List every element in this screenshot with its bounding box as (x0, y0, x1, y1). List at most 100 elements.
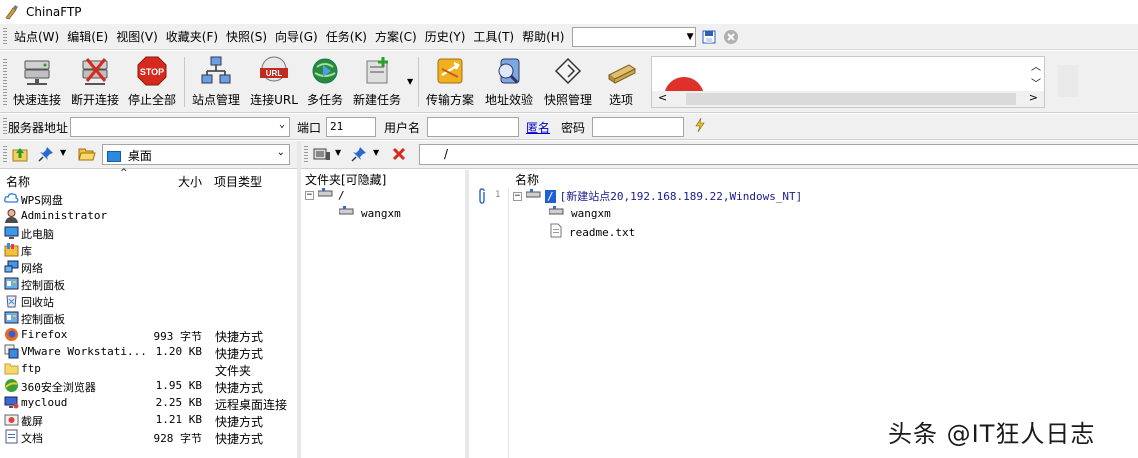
save-icon[interactable] (700, 28, 718, 46)
remote-view-icon[interactable] (313, 146, 331, 165)
menu-edit[interactable]: 编辑(E) (63, 25, 112, 49)
list-item[interactable]: 回收站 (0, 292, 297, 309)
list-item[interactable]: Firefox 993 字节 快捷方式 (0, 326, 297, 344)
list-item[interactable]: 控制面板 (0, 275, 297, 292)
remote-view-dropdown-icon[interactable]: ▼ (335, 148, 341, 157)
column-type-header[interactable]: 项目类型 (214, 173, 262, 190)
menu-snapshot[interactable]: 快照(S) (222, 25, 271, 49)
address-check-button[interactable]: 地址效验 (481, 55, 537, 109)
remote-desktop-icon (4, 395, 19, 410)
list-item[interactable]: 文档 928 字节 快捷方式 (0, 428, 297, 446)
list-item[interactable]: 库 (0, 241, 297, 258)
connbar-grip[interactable] (3, 118, 7, 136)
toolbar-grip[interactable] (3, 59, 7, 105)
list-item[interactable]: 控制面板 (0, 309, 297, 326)
stop-all-button[interactable]: STOP 停止全部 (125, 55, 179, 109)
remote-folder-tree[interactable]: 文件夹[可隐藏] − / wangxm (301, 170, 465, 458)
chevron-down-icon[interactable]: ⌄ (279, 119, 285, 130)
scroll-up-icon[interactable]: ︿ (1031, 58, 1041, 73)
menu-favorites[interactable]: 收藏夹(F) (162, 25, 222, 49)
menu-view[interactable]: 视图(V) (112, 25, 162, 49)
item-name: WPS网盘 (21, 194, 63, 207)
scroll-thumb[interactable] (686, 93, 1016, 105)
local-file-list[interactable]: 名称 ^ 大小 项目类型 WPS网盘 Administrator 此电脑 库 网… (0, 168, 297, 458)
local-nav-grip[interactable] (3, 146, 7, 164)
menu-combo[interactable]: ▼ (572, 26, 697, 47)
vertical-scrollbar[interactable]: ︿ ﹀ (1028, 57, 1044, 91)
pin-icon[interactable] (38, 146, 54, 165)
chevron-down-icon[interactable]: ▼ (687, 32, 694, 42)
list-item[interactable]: ftp 文件夹 (0, 360, 297, 378)
column-size-header[interactable]: 大小 (178, 173, 202, 190)
list-item[interactable]: 网络 (0, 258, 297, 275)
menu-history[interactable]: 历史(Y) (421, 25, 470, 49)
horizontal-scrollbar[interactable]: < > (652, 91, 1044, 107)
quick-connect-button[interactable]: 快速连接 (10, 55, 64, 109)
site-root-selected[interactable]: / (545, 189, 556, 203)
text-file-icon (549, 223, 563, 241)
options-button[interactable]: 选项 (600, 55, 642, 109)
menu-site[interactable]: 站点(W) (10, 25, 63, 49)
remote-child-folder[interactable]: wangxm (548, 206, 611, 221)
list-item[interactable]: 此电脑 (0, 224, 297, 241)
connect-url-button[interactable]: URL 连接URL (247, 55, 301, 109)
item-size: 1.95 KB (155, 379, 202, 392)
remote-nav-grip[interactable] (304, 146, 308, 164)
scroll-right-icon[interactable]: > (1029, 91, 1038, 104)
menu-tools[interactable]: 工具(T) (469, 25, 518, 49)
tree-child-node[interactable]: wangxm (338, 206, 401, 221)
status-log-panel[interactable]: ︿ ﹀ < > (651, 56, 1045, 108)
multi-task-button[interactable]: 多任务 (303, 55, 347, 109)
sort-up-icon: ^ (120, 168, 128, 178)
site-node[interactable]: − / [新建站点20,192.168.189.22,Windows_NT] (513, 188, 802, 204)
list-item[interactable]: Administrator (0, 207, 297, 224)
list-item[interactable]: 截屏 1.21 KB 快捷方式 (0, 411, 297, 429)
quick-connect-bolt-icon[interactable] (693, 117, 707, 136)
new-task-button[interactable]: 新建任务 (350, 55, 404, 109)
delete-icon[interactable] (391, 145, 407, 166)
list-item[interactable]: mycloud 2.25 KB 远程桌面连接 (0, 394, 297, 412)
anonymous-link[interactable]: 匿名 (526, 119, 550, 136)
list-item[interactable]: WPS网盘 (0, 190, 297, 207)
pin-dropdown-icon[interactable]: ▼ (60, 148, 66, 157)
menu-help[interactable]: 帮助(H) (518, 25, 568, 49)
server-address-input[interactable]: ⌄ (70, 117, 290, 137)
scroll-left-icon[interactable]: < (658, 91, 667, 104)
menu-scheme[interactable]: 方案(C) (371, 25, 421, 49)
transfer-scheme-button[interactable]: 传输方案 (423, 55, 477, 109)
list-item[interactable]: VMware Workstati... 1.20 KB 快捷方式 (0, 343, 297, 361)
screenshot-icon (4, 412, 19, 427)
local-path-combo[interactable]: 桌面 ⌄ (102, 144, 290, 165)
remote-path-combo[interactable]: / (419, 144, 1138, 165)
item-size: 1.21 KB (155, 413, 202, 426)
disconnect-button[interactable]: 断开连接 (68, 55, 122, 109)
tree-root-node[interactable]: − / (305, 188, 345, 203)
remote-child-file[interactable]: readme.txt (549, 223, 635, 241)
open-folder-icon[interactable] (78, 146, 96, 165)
remote-child-file-label: readme.txt (569, 225, 636, 239)
menu-grip[interactable] (3, 27, 7, 46)
menu-task[interactable]: 任务(K) (322, 25, 371, 49)
new-task-dropdown-icon[interactable]: ▼ (407, 77, 413, 86)
scroll-down-icon[interactable]: ﹀ (1031, 75, 1041, 90)
port-input[interactable]: 21 (326, 117, 376, 137)
folder-icon (4, 361, 19, 376)
remote-pin-icon[interactable] (351, 146, 367, 165)
control-panel-icon (4, 310, 19, 325)
port-value: 21 (330, 120, 344, 133)
site-manager-button[interactable]: 站点管理 (189, 55, 243, 109)
local-path-value: 桌面 (127, 149, 152, 163)
collapse-icon[interactable]: − (513, 191, 522, 201)
username-input[interactable] (427, 117, 519, 137)
column-name-header[interactable]: 名称 (6, 173, 30, 190)
collapse-icon[interactable]: − (305, 191, 314, 200)
remote-pin-dropdown-icon[interactable]: ▼ (373, 148, 379, 157)
menu-wizard[interactable]: 向导(G) (271, 25, 322, 49)
list-item[interactable]: 360安全浏览器 1.95 KB 快捷方式 (0, 377, 297, 395)
password-input[interactable] (592, 117, 684, 137)
close-circle-icon[interactable] (722, 28, 740, 46)
snapshot-manager-button[interactable]: 快照管理 (540, 55, 596, 109)
item-name: 网络 (21, 262, 43, 275)
up-folder-icon[interactable] (12, 146, 28, 165)
chevron-down-icon[interactable]: ⌄ (277, 147, 285, 158)
